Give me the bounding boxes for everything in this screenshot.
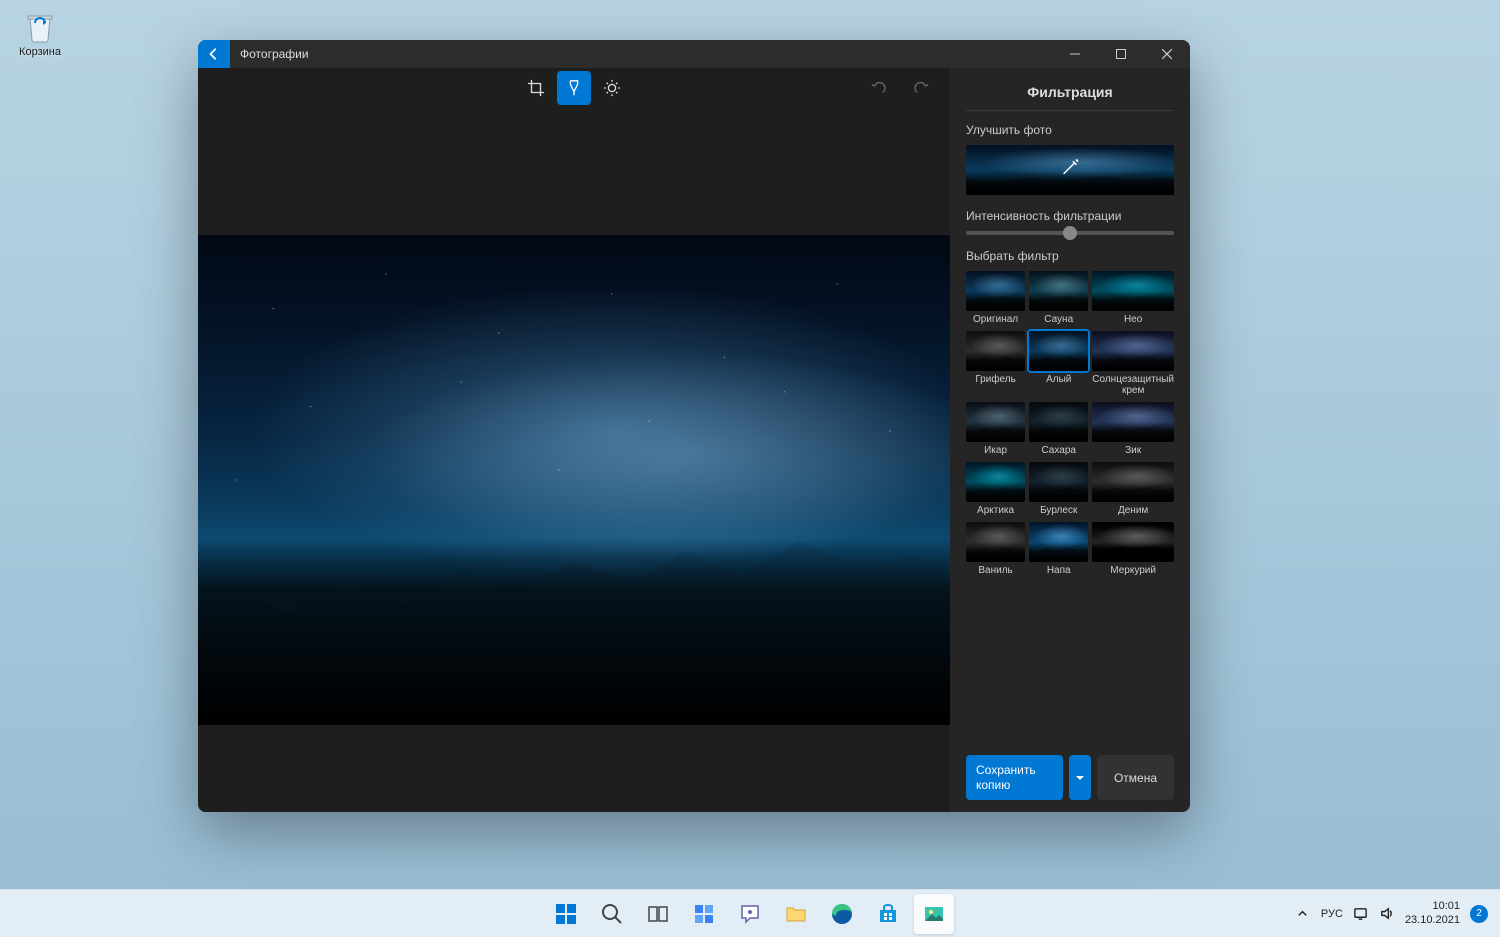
photo-preview (198, 235, 950, 725)
filter-12[interactable]: Ваниль (966, 522, 1025, 576)
maximize-button[interactable] (1098, 40, 1144, 68)
back-button[interactable] (198, 40, 230, 68)
slider-thumb[interactable] (1063, 226, 1077, 240)
filter-14[interactable]: Меркурий (1092, 522, 1174, 576)
filters-tool[interactable] (557, 71, 591, 105)
filter-label: Меркурий (1092, 565, 1174, 576)
filter-5[interactable]: Солнцезащитный крем (1092, 331, 1174, 396)
filter-label: Солнцезащитный крем (1092, 374, 1174, 396)
windows-logo-icon (556, 904, 576, 924)
intensity-slider[interactable] (966, 231, 1174, 235)
editor-toolbar (198, 68, 950, 108)
filter-2[interactable]: Нео (1092, 271, 1174, 325)
explorer-button[interactable] (776, 894, 816, 934)
edge-icon (830, 902, 854, 926)
store-button[interactable] (868, 894, 908, 934)
time: 10:01 (1405, 900, 1460, 913)
window-controls (1052, 40, 1190, 68)
filter-6[interactable]: Икар (966, 402, 1025, 456)
tray-chevron[interactable] (1295, 906, 1311, 922)
redo-button[interactable] (904, 71, 938, 105)
choose-filter-label: Выбрать фильтр (966, 249, 1174, 263)
filter-label: Деним (1092, 505, 1174, 516)
filter-9[interactable]: Арктика (966, 462, 1025, 516)
volume-icon[interactable] (1379, 906, 1395, 922)
filter-label: Напа (1029, 565, 1088, 576)
filter-label: Сахара (1029, 445, 1088, 456)
filter-label: Ваниль (966, 565, 1025, 576)
widgets-icon (692, 902, 716, 926)
undo-button[interactable] (862, 71, 896, 105)
widgets-button[interactable] (684, 894, 724, 934)
photos-icon (922, 902, 946, 926)
close-button[interactable] (1144, 40, 1190, 68)
language-indicator[interactable]: РУС (1321, 908, 1343, 920)
filter-label: Оригинал (966, 314, 1025, 325)
photos-app-button[interactable] (914, 894, 954, 934)
filter-label: Арктика (966, 505, 1025, 516)
store-icon (876, 902, 900, 926)
cancel-button[interactable]: Отмена (1097, 755, 1174, 800)
filter-0[interactable]: Оригинал (966, 271, 1025, 325)
filter-label: Сауна (1029, 314, 1088, 325)
filter-label: Алый (1029, 374, 1088, 385)
photo-canvas[interactable] (198, 108, 950, 812)
filter-3[interactable]: Грифель (966, 331, 1025, 396)
notifications-badge[interactable]: 2 (1470, 905, 1488, 923)
minimize-button[interactable] (1052, 40, 1098, 68)
titlebar: Фотографии (198, 40, 1190, 68)
clock[interactable]: 10:01 23.10.2021 (1405, 900, 1460, 926)
recycle-bin-label: Корзина (12, 46, 68, 58)
date: 23.10.2021 (1405, 914, 1460, 927)
system-tray: РУС 10:01 23.10.2021 2 (1295, 900, 1500, 926)
magic-wand-icon (1059, 157, 1081, 184)
intensity-label: Интенсивность фильтрации (966, 209, 1174, 223)
crop-tool[interactable] (519, 71, 553, 105)
filter-13[interactable]: Напа (1029, 522, 1088, 576)
adjust-tool[interactable] (595, 71, 629, 105)
recycle-bin-icon (22, 8, 58, 44)
recycle-bin[interactable]: Корзина (12, 8, 68, 58)
enhance-photo-button[interactable] (966, 145, 1174, 195)
filter-7[interactable]: Сахара (1029, 402, 1088, 456)
network-icon[interactable] (1353, 906, 1369, 922)
task-view-icon (646, 902, 670, 926)
filter-11[interactable]: Деним (1092, 462, 1174, 516)
app-title: Фотографии (230, 47, 309, 61)
enhance-label: Улучшить фото (966, 123, 1174, 137)
taskbar: РУС 10:01 23.10.2021 2 (0, 889, 1500, 937)
edge-button[interactable] (822, 894, 862, 934)
task-view-button[interactable] (638, 894, 678, 934)
filters-panel: Фильтрация Улучшить фото Интенсивность ф… (950, 68, 1190, 812)
taskbar-center (546, 894, 954, 934)
chat-button[interactable] (730, 894, 770, 934)
filter-8[interactable]: Зик (1092, 402, 1174, 456)
filter-4[interactable]: Алый (1029, 331, 1088, 396)
filter-label: Икар (966, 445, 1025, 456)
start-button[interactable] (546, 894, 586, 934)
search-button[interactable] (592, 894, 632, 934)
filter-grid: Оригинал Сауна Нео Грифель Алый Солнцезащитны… (966, 271, 1174, 576)
search-icon (600, 902, 624, 926)
filter-label: Зик (1092, 445, 1174, 456)
filter-label: Бурлеск (1029, 505, 1088, 516)
filter-label: Грифель (966, 374, 1025, 385)
save-copy-button[interactable]: Сохранить копию (966, 755, 1063, 800)
filter-label: Нео (1092, 314, 1174, 325)
panel-title: Фильтрация (966, 76, 1174, 111)
photos-app-window: Фотографии (198, 40, 1190, 812)
save-options-dropdown[interactable] (1069, 755, 1091, 800)
filter-10[interactable]: Бурлеск (1029, 462, 1088, 516)
canvas-area (198, 68, 950, 812)
folder-icon (784, 902, 808, 926)
chat-icon (738, 902, 762, 926)
filter-1[interactable]: Сауна (1029, 271, 1088, 325)
